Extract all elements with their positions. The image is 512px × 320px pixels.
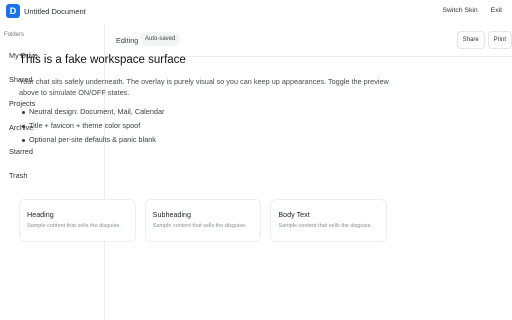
autosave-badge: Auto-saved [140, 32, 181, 46]
style-card-body-text[interactable]: Body Text Sample content that sells the … [270, 199, 388, 242]
folders-heading: Folders [4, 32, 25, 38]
style-card-subheading[interactable]: Subheading Sample content that sells the… [144, 199, 262, 242]
top-actions: Switch Skin Exit [443, 7, 502, 14]
card-title: Body Text [278, 210, 310, 219]
card-subtitle: Sample content that sells the disguise. [152, 223, 247, 229]
document-heading: This is a fake workspace surface [19, 54, 186, 66]
mode-label: Editing [116, 36, 139, 45]
exit-button[interactable]: Exit [491, 7, 502, 14]
list-item: Title + favicon + theme color spoof [22, 119, 389, 133]
card-subtitle: Sample content that sells the disguise. [27, 223, 121, 229]
feature-list: Neutral design: Document, Mail, Calendar… [19, 105, 389, 147]
print-button[interactable]: Print [487, 31, 512, 49]
list-item: Optional per-site defaults & panic blank [22, 133, 389, 147]
top-bar: D Untitled Document Switch Skin Exit [0, 0, 512, 24]
style-cards: Heading Sample content that sells the di… [19, 199, 388, 242]
card-subtitle: Sample content that sells the disguise. [278, 223, 373, 229]
sidebar-item-trash[interactable]: Trash [0, 164, 104, 188]
list-item: Neutral design: Document, Mail, Calendar [22, 105, 389, 119]
style-card-heading[interactable]: Heading Sample content that sells the di… [19, 199, 136, 242]
document-paragraph: Your chat sits safely underneath. The ov… [19, 77, 389, 97]
share-button[interactable]: Share [456, 31, 485, 49]
document-title[interactable]: Untitled Document [24, 7, 86, 16]
document-content: This is a fake workspace surface Your ch… [19, 54, 389, 147]
app-logo: D [6, 4, 20, 18]
toolbar-actions: Share Print [456, 31, 512, 49]
editor-toolbar: Editing Auto-saved Share Print [105, 24, 512, 57]
card-title: Subheading [152, 210, 192, 219]
switch-skin-button[interactable]: Switch Skin [443, 7, 478, 14]
card-title: Heading [27, 210, 54, 219]
